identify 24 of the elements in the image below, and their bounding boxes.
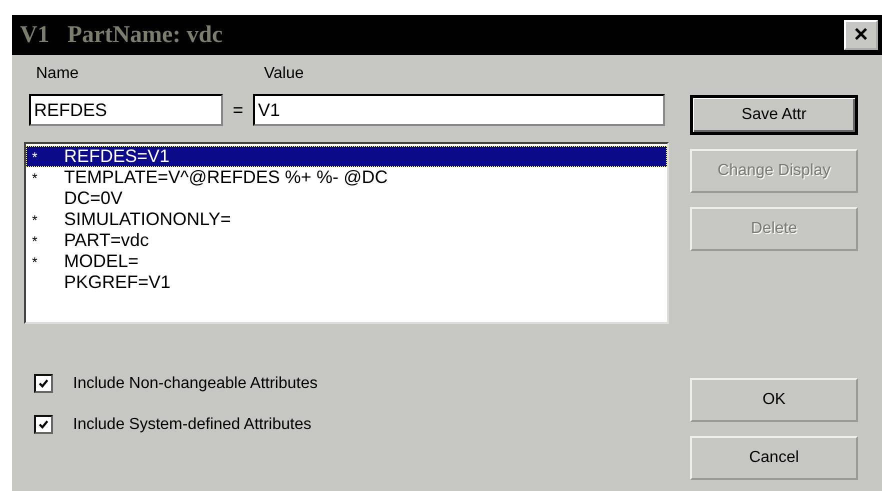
list-item[interactable]: PKGREF=V1 — [26, 272, 667, 293]
checkbox[interactable] — [34, 374, 53, 393]
list-item[interactable]: DC=0V — [26, 188, 667, 209]
checkbox-label[interactable]: Include System-defined Attributes — [73, 416, 312, 434]
list-item[interactable]: * TEMPLATE=V^@REFDES %+ %- @DC — [26, 167, 667, 188]
field-label: Name — [36, 65, 80, 84]
equals-sign: = — [232, 100, 244, 120]
dialog-button[interactable]: OK — [690, 378, 858, 422]
list-item[interactable]: * PART=vdc — [26, 230, 667, 251]
list-item[interactable]: * MODEL= — [26, 251, 667, 272]
input-field[interactable]: REFDES — [29, 94, 223, 126]
list-item[interactable]: * SIMULATIONONLY= — [26, 209, 667, 230]
check-icon — [38, 378, 49, 389]
dialog-button[interactable]: Cancel — [690, 436, 858, 480]
dialog-button[interactable]: Save Attr — [690, 95, 858, 135]
field-label: Value — [264, 65, 304, 84]
close-button[interactable]: × — [844, 20, 878, 50]
attribute-list[interactable]: * REFDES=V1 * TEMPLATE=V^@REFDES %+ %- @DC DC=0V * SIMULATIONONLY= * PART=vdc * MODEL= PKGREF=V1 — [24, 142, 669, 324]
input-field[interactable]: V1 — [253, 94, 665, 126]
checkbox-label[interactable]: Include Non-changeable Attributes — [73, 374, 318, 392]
check-icon — [38, 419, 49, 430]
list-item[interactable]: * REFDES=V1 — [26, 146, 667, 167]
checkbox[interactable] — [34, 415, 53, 434]
window-title: V1 PartName: vdc — [20, 22, 223, 48]
